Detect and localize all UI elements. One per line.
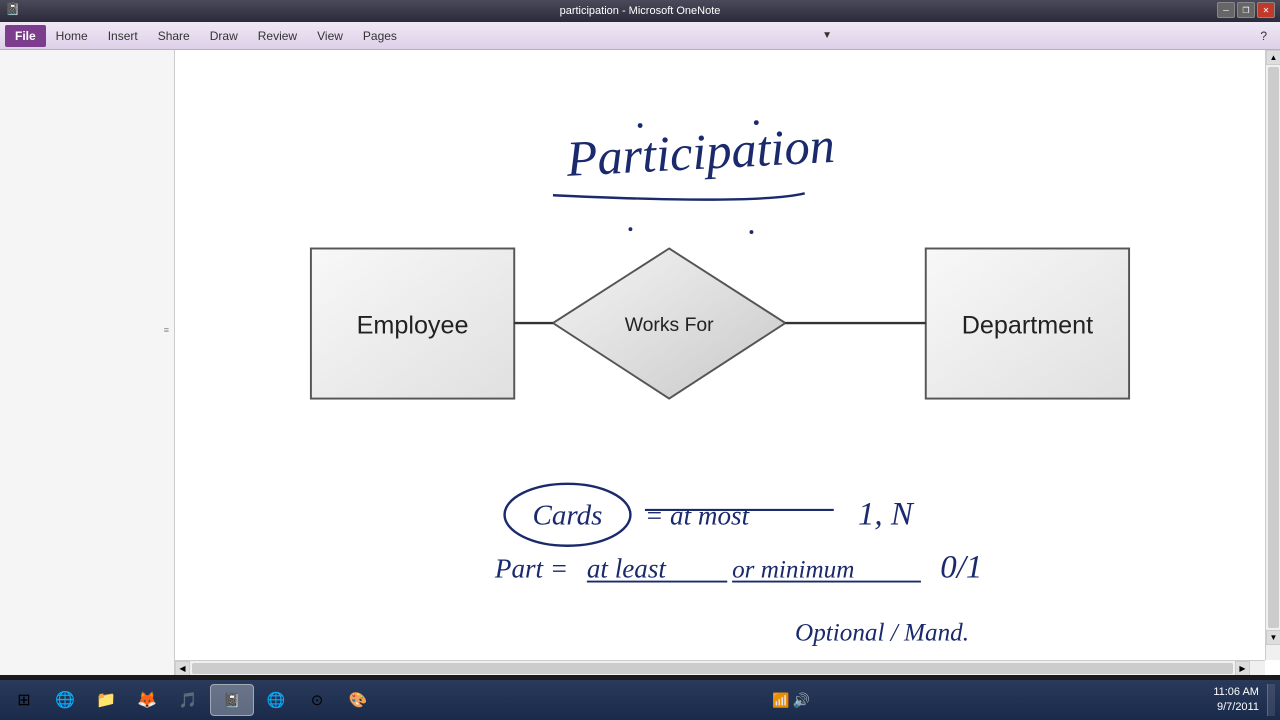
menu-draw[interactable]: Draw	[200, 25, 248, 47]
left-sidebar: ≡	[0, 50, 175, 675]
close-button[interactable]: ✕	[1257, 2, 1275, 18]
menu-view[interactable]: View	[307, 25, 353, 47]
menu-review[interactable]: Review	[248, 25, 307, 47]
taskbar: ⊞ 🌐 📁 🦊 🎵 📓 🌐 ⊙ 🎨 📶 🔊 11:06 AM 9/7/2011	[0, 680, 1280, 720]
menu-expand-icon[interactable]: ▼	[817, 26, 837, 45]
svg-text:1, N: 1, N	[858, 496, 915, 532]
svg-text:0/1: 0/1	[940, 550, 982, 586]
diagram-svg: Participation Employee Department Works …	[175, 50, 1265, 660]
system-tray: 📶 🔊	[772, 692, 810, 709]
entity1-label: Employee	[357, 312, 469, 340]
scroll-left-arrow[interactable]: ◀	[175, 661, 190, 675]
scroll-up-arrow[interactable]: ▲	[1266, 50, 1280, 65]
show-desktop-button[interactable]	[1267, 684, 1275, 716]
windows-button[interactable]: ⊞	[5, 684, 43, 716]
taskbar-onenote-button[interactable]: 📓	[210, 684, 254, 716]
taskbar-clock[interactable]: 11:06 AM 9/7/2011	[1213, 685, 1264, 716]
scroll-right-arrow[interactable]: ▶	[1235, 661, 1250, 675]
minimize-button[interactable]: ─	[1217, 2, 1235, 18]
window-controls: ─ ❐ ✕	[1217, 2, 1275, 18]
vertical-scrollbar[interactable]: ▲ ▼	[1265, 50, 1280, 660]
menu-file[interactable]: File	[5, 25, 46, 47]
scroll-thumb-h[interactable]	[192, 663, 1233, 674]
restore-button[interactable]: ❐	[1237, 2, 1255, 18]
tray-speaker-icon: 🔊	[793, 692, 810, 709]
taskbar-media-button[interactable]: 🎵	[169, 684, 207, 716]
window-title: participation - Microsoft OneNote	[560, 5, 721, 17]
menu-home[interactable]: Home	[46, 25, 98, 47]
svg-text:Optional / Mand.: Optional / Mand.	[795, 620, 969, 647]
clock-date: 9/7/2011	[1213, 700, 1259, 715]
svg-text:Part =: Part =	[494, 554, 568, 584]
menu-pages[interactable]: Pages	[353, 25, 407, 47]
menu-insert[interactable]: Insert	[98, 25, 148, 47]
svg-text:= at most: = at most	[645, 500, 751, 530]
tray-network-icon: 📶	[772, 692, 789, 709]
taskbar-paint-button[interactable]: 🎨	[339, 684, 377, 716]
sidebar-expand[interactable]: ≡	[164, 325, 169, 335]
svg-text:or minimum: or minimum	[732, 557, 854, 584]
taskbar-folder-button[interactable]: 📁	[87, 684, 125, 716]
main-content: Participation Employee Department Works …	[175, 50, 1280, 675]
title-bar: 📓 participation - Microsoft OneNote ─ ❐ …	[0, 0, 1280, 22]
taskbar-firefox-button[interactable]: 🦊	[128, 684, 166, 716]
scroll-thumb-v[interactable]	[1268, 67, 1279, 628]
svg-text:at least: at least	[587, 554, 668, 584]
diagram-title: Participation	[564, 117, 836, 187]
clock-time: 11:06 AM	[1213, 685, 1259, 700]
canvas-area[interactable]: Participation Employee Department Works …	[175, 50, 1265, 660]
menu-bar: File Home Insert Share Draw Review View …	[0, 22, 1280, 50]
taskbar-ie-button[interactable]: 🌐	[46, 684, 84, 716]
horizontal-scrollbar[interactable]: ◀ ▶	[175, 660, 1265, 675]
menu-share[interactable]: Share	[148, 25, 200, 47]
relationship-label: Works For	[625, 314, 714, 336]
taskbar-network-button[interactable]: 🌐	[257, 684, 295, 716]
app-icon: 📓	[5, 2, 20, 16]
entity2-label: Department	[962, 312, 1093, 340]
taskbar-chrome-button[interactable]: ⊙	[298, 684, 336, 716]
title-bar-left: 📓	[5, 2, 20, 16]
menu-help[interactable]: ?	[1252, 25, 1275, 47]
scroll-down-arrow[interactable]: ▼	[1266, 630, 1280, 645]
svg-text:Cards: Cards	[533, 499, 603, 531]
